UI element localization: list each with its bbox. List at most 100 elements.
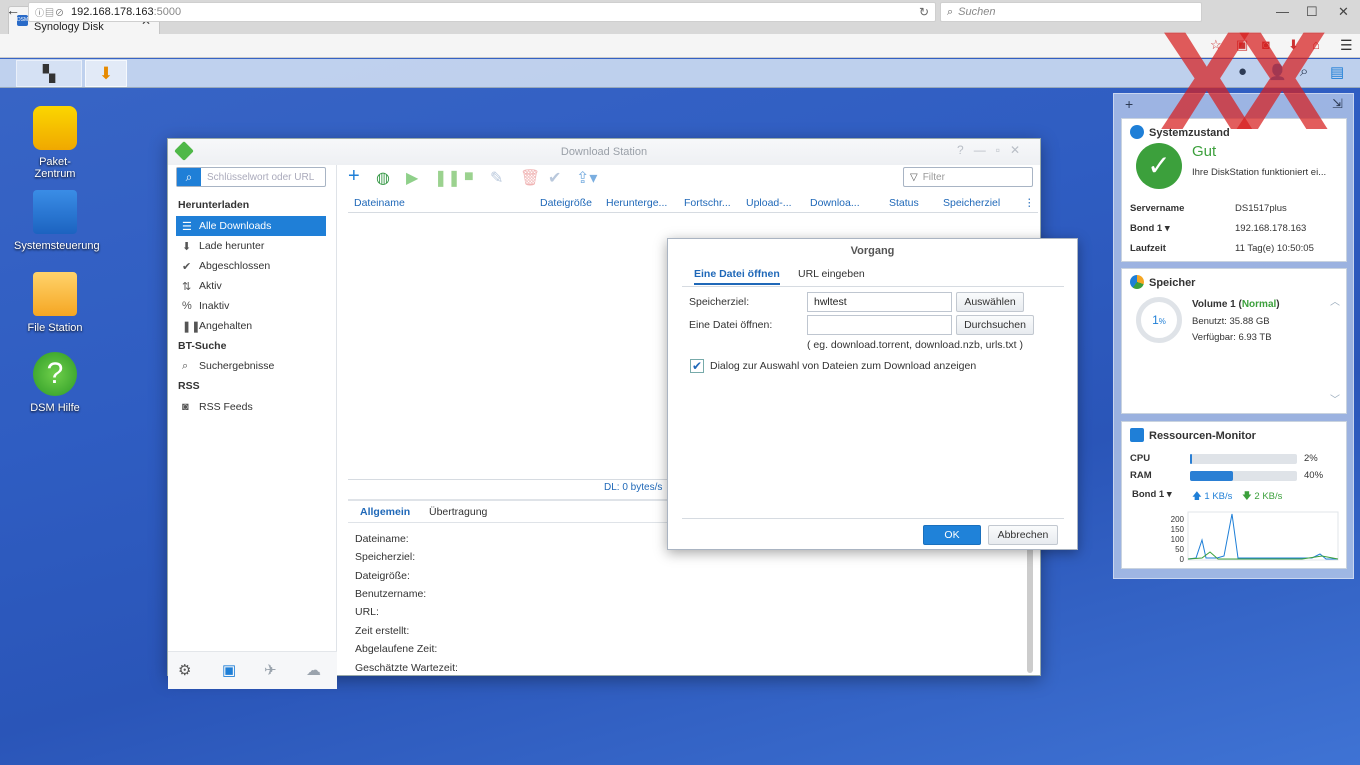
- tab-datei-oeffnen[interactable]: Eine Datei öffnen: [694, 268, 780, 285]
- usage-donut: 1%: [1136, 297, 1182, 343]
- desktop-icon-file-station[interactable]: File Station: [14, 272, 96, 334]
- tab-uebertragung[interactable]: Übertragung: [429, 506, 487, 518]
- kv-key: Servername: [1130, 203, 1185, 214]
- scroll-up-icon[interactable]: ︿: [1330, 293, 1340, 308]
- detail-label: Abgelaufene Zeit:: [355, 643, 438, 655]
- taskbar-download-station-icon[interactable]: ⬇: [85, 60, 127, 87]
- stop-icon[interactable]: ■: [464, 168, 474, 186]
- column-menu-icon[interactable]: ⋮: [1024, 197, 1035, 209]
- sidebar-item-suchergebnisse[interactable]: ⌕ Suchergebnisse: [176, 356, 326, 376]
- sidebar-item-aktiv[interactable]: ⇅ Aktiv: [176, 276, 326, 296]
- y-tick: 100: [1171, 535, 1185, 544]
- bond-select[interactable]: Bond 1 ▾: [1132, 489, 1172, 500]
- y-tick: 0: [1180, 555, 1185, 564]
- desktop-icon-paket-zentrum[interactable]: Paket-Zentrum: [14, 106, 96, 180]
- y-tick: 200: [1171, 515, 1185, 524]
- settings-gear-icon[interactable]: ⚙: [178, 661, 191, 679]
- detail-label: Geschätzte Wartezeit:: [355, 662, 458, 674]
- share-menu-icon[interactable]: ⇪▾: [576, 168, 597, 188]
- kv-value: DS1517plus: [1235, 203, 1287, 214]
- dest-field[interactable]: hwltest: [807, 292, 952, 312]
- sidebar-item-label: Suchergebnisse: [199, 360, 275, 372]
- keyword-url-input[interactable]: ⌕ Schlüsselwort oder URL: [176, 167, 326, 187]
- scroll-down-icon[interactable]: ﹀: [1330, 391, 1340, 406]
- reload-icon[interactable]: ↻: [919, 5, 929, 19]
- download-tasks-icon[interactable]: ▣: [222, 661, 236, 679]
- url-bar[interactable]: ⓘ▤⊘ 192.168.178.163:5000 ↻: [28, 2, 936, 22]
- sidebar-item-inaktiv[interactable]: % Inaktiv: [176, 296, 326, 316]
- file-station-icon: [33, 272, 77, 316]
- column-header[interactable]: Speicherziel: [943, 197, 1000, 209]
- volume-line: Volume 1 (Normal): [1192, 299, 1280, 310]
- tab-allgemein[interactable]: Allgemein: [360, 506, 410, 518]
- sidebar-item-alle-downloads[interactable]: ☰ Alle Downloads: [176, 216, 326, 236]
- sidebar-item-lade-herunter[interactable]: ⬇ Lade herunter: [176, 236, 326, 256]
- nav-heading-rss: RSS: [178, 380, 200, 392]
- add-task-icon[interactable]: +: [348, 165, 360, 188]
- pin-icon[interactable]: ⇲: [1332, 96, 1343, 112]
- sidebar: ⌕ Schlüsselwort oder URL Herunterladen ☰…: [168, 165, 337, 689]
- close-window-icon[interactable]: ✕: [1338, 4, 1349, 20]
- cloud-icon[interactable]: ☁: [306, 661, 321, 679]
- cancel-button[interactable]: Abbrechen: [988, 525, 1058, 545]
- browse-button[interactable]: Durchsuchen: [956, 315, 1034, 335]
- task-grid-header: Dateiname Dateigröße Herunterge... Forts…: [348, 195, 1038, 213]
- window-controls[interactable]: ?—▫✕: [957, 143, 1030, 157]
- column-header[interactable]: Herunterge...: [606, 197, 667, 209]
- ram-label: RAM: [1130, 470, 1152, 481]
- help-icon: ?: [33, 352, 77, 396]
- select-button[interactable]: Auswählen: [956, 292, 1024, 312]
- hamburger-menu-icon[interactable]: ☰: [1340, 37, 1353, 54]
- browser-navbar: [0, 34, 1360, 58]
- pause-icon[interactable]: ❚❚: [434, 168, 461, 188]
- site-info-icon[interactable]: ⓘ▤⊘: [35, 6, 65, 19]
- ok-button[interactable]: OK: [923, 525, 981, 545]
- column-header[interactable]: Dateigröße: [540, 197, 592, 209]
- sidebar-item-label: RSS Feeds: [199, 401, 253, 413]
- sidebar-item-label: Lade herunter: [199, 240, 265, 252]
- package-center-icon: [33, 106, 77, 150]
- delete-icon[interactable]: 🗑: [520, 168, 540, 188]
- column-header[interactable]: Fortschr...: [684, 197, 731, 209]
- column-header[interactable]: Dateiname: [354, 197, 405, 209]
- desktop-icon-dsm-hilfe[interactable]: ? DSM Hilfe: [14, 352, 96, 414]
- search-placeholder: Schlüsselwort oder URL: [207, 171, 315, 183]
- desktop-icon-systemsteuerung[interactable]: Systemsteuerung: [14, 190, 100, 252]
- sidebar-item-angehalten[interactable]: ❚❚ Angehalten: [176, 316, 326, 336]
- detail-label: Dateiname:: [355, 533, 409, 545]
- cpu-bar-fill: [1190, 454, 1193, 464]
- column-header[interactable]: Status: [889, 197, 919, 209]
- filter-input[interactable]: ▽ Filter: [903, 167, 1033, 187]
- main-menu-button[interactable]: ▚: [16, 60, 82, 87]
- emule-icon[interactable]: ✈: [264, 661, 277, 679]
- search-icon[interactable]: ⌕: [177, 168, 201, 186]
- sidebar-item-rss-feeds[interactable]: ◙ RSS Feeds: [176, 397, 326, 417]
- column-header[interactable]: Downloa...: [810, 197, 860, 209]
- url-host: 192.168.178.163: [71, 6, 154, 18]
- add-url-globe-icon[interactable]: ◍: [376, 168, 390, 188]
- detail-label: Speicherziel:: [355, 551, 416, 563]
- kv-key[interactable]: Bond 1 ▾: [1130, 223, 1170, 234]
- sidebar-item-abgeschlossen[interactable]: ✔ Abgeschlossen: [176, 256, 326, 276]
- storage-widget: Speicher 1% Volume 1 (Normal) Benutzt: 3…: [1121, 268, 1347, 414]
- nav-heading-bt-suche: BT-Suche: [178, 340, 227, 352]
- rss-icon: ◙: [182, 401, 189, 413]
- edit-icon[interactable]: ✎: [490, 168, 503, 188]
- clean-broom-icon[interactable]: ✔: [548, 168, 561, 188]
- widgets-toggle-icon[interactable]: ▤: [1330, 63, 1344, 81]
- open-file-field[interactable]: [807, 315, 952, 335]
- widget-title-text: Speicher: [1149, 277, 1196, 289]
- column-header[interactable]: Upload-...: [746, 197, 792, 209]
- tab-url-eingeben[interactable]: URL eingeben: [798, 268, 865, 280]
- y-tick: 50: [1175, 545, 1184, 554]
- show-dialog-checkbox[interactable]: ✔: [690, 359, 704, 373]
- percent-icon: %: [182, 300, 192, 312]
- back-icon[interactable]: ←: [6, 2, 20, 18]
- home-icon[interactable]: ⌂: [1312, 37, 1320, 52]
- download-rate: DL: 0 bytes/s: [604, 482, 663, 493]
- detail-label: Benutzername:: [355, 588, 427, 600]
- resume-icon[interactable]: ▶: [406, 168, 418, 188]
- watermark-logo: XX: [1160, 2, 1329, 159]
- add-widget-icon[interactable]: +: [1125, 96, 1133, 112]
- sidebar-item-label: Angehalten: [199, 320, 253, 332]
